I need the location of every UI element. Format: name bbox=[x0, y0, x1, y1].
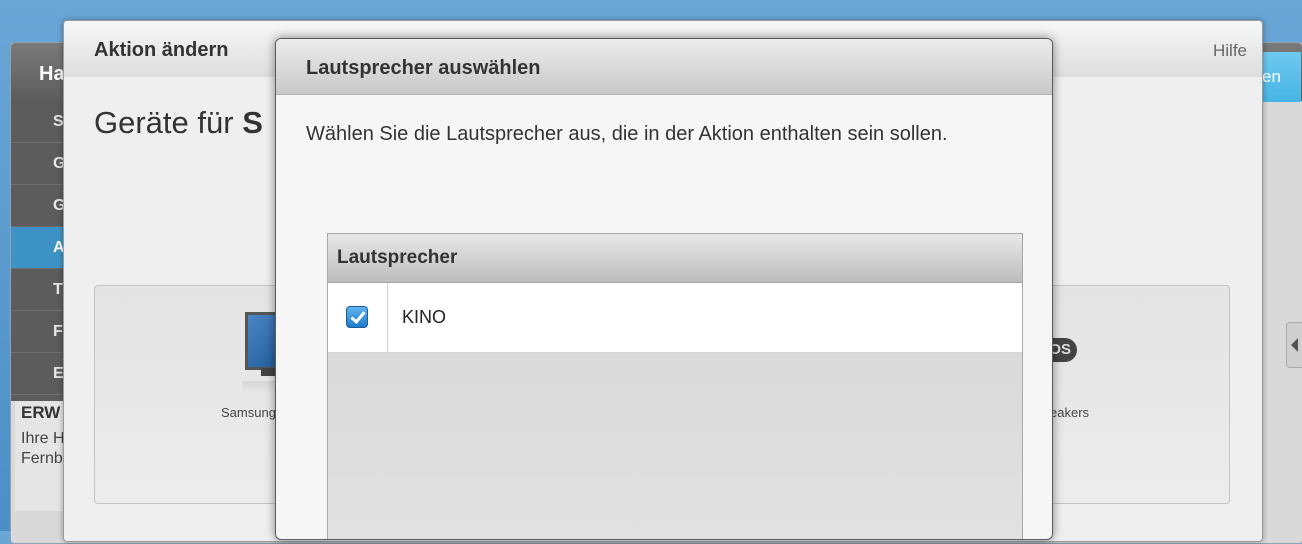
speaker-checkbox[interactable] bbox=[346, 306, 368, 328]
speaker-table: Lautsprecher KINO bbox=[327, 233, 1023, 539]
background-blue-button[interactable]: en bbox=[1262, 52, 1301, 102]
action-window-title: Aktion ändern bbox=[94, 39, 229, 61]
sidebar-item[interactable]: T bbox=[11, 269, 71, 311]
action-window-subtitle: Geräte für S bbox=[94, 105, 263, 141]
sidebar-item[interactable]: S bbox=[11, 101, 71, 143]
checkbox-cell bbox=[328, 283, 388, 352]
sidebar-item[interactable]: G bbox=[11, 143, 71, 185]
sidebar-item[interactable]: F bbox=[11, 311, 71, 353]
background-sidebar: S G G A T F E bbox=[11, 101, 71, 401]
subtitle-prefix: Geräte für bbox=[94, 105, 243, 140]
background-app-title: Ha bbox=[39, 63, 65, 85]
sidebar-item[interactable]: G bbox=[11, 185, 71, 227]
device-label-speakers: eakers bbox=[1050, 405, 1090, 420]
dialog-title: Lautsprecher auswählen bbox=[306, 57, 541, 79]
sidebar-item[interactable]: E bbox=[11, 353, 71, 395]
help-link[interactable]: Hilfe bbox=[1213, 41, 1247, 61]
device-label-samsung: Samsung bbox=[221, 405, 276, 420]
speaker-name: KINO bbox=[402, 307, 447, 327]
sidebar-item-active[interactable]: A bbox=[11, 227, 71, 269]
speaker-select-dialog: Lautsprecher auswählen Wählen Sie die La… bbox=[275, 38, 1053, 540]
speaker-column-header: Lautsprecher bbox=[337, 247, 458, 268]
speaker-table-header: Lautsprecher bbox=[328, 234, 1022, 283]
scroll-left-arrow-icon[interactable] bbox=[1286, 322, 1302, 368]
subtitle-bold: S bbox=[242, 105, 263, 140]
dialog-description: Wählen Sie die Lautsprecher aus, die in … bbox=[306, 123, 948, 145]
dialog-header: Lautsprecher auswählen bbox=[276, 39, 1052, 95]
table-row[interactable]: KINO bbox=[328, 283, 1022, 353]
